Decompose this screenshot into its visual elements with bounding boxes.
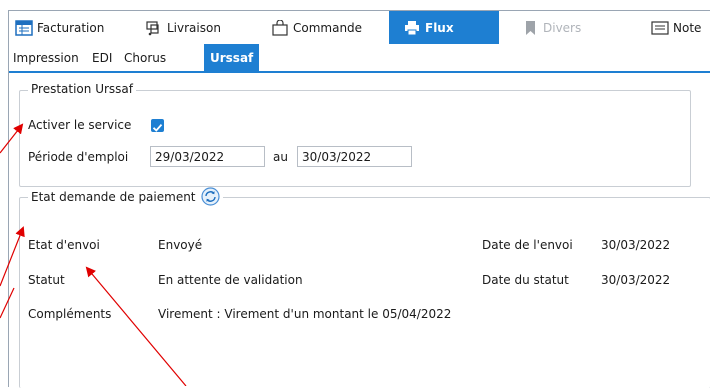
tab-flux[interactable]: Flux [389,11,499,44]
complements-label: Compléments [28,307,112,321]
sub-tab-bar: Impression EDI Chorus Urssaf [9,44,710,73]
au-label: au [273,150,288,164]
subtab-edi-label: EDI [92,50,113,65]
bookmark-icon [521,20,539,36]
subtab-impression-label: Impression [13,50,79,65]
etat-envoi-value: Envoyé [158,238,203,252]
checkmark-icon [152,124,163,132]
activer-service-checkbox[interactable] [151,119,164,132]
periode-date-from-field[interactable]: 29/03/2022 [150,146,265,167]
refresh-icon[interactable] [200,187,220,206]
date-statut-value: 30/03/2022 [601,273,671,287]
tab-livraison-label: Livraison [167,20,221,35]
activer-service-label: Activer le service [28,118,132,132]
tab-commande-label: Commande [293,20,363,35]
shopping-bag-icon [271,19,289,36]
subtab-chorus[interactable]: Chorus [124,44,166,71]
date-envoi-label: Date de l'envoi [482,238,573,252]
tab-divers[interactable]: Divers [521,11,611,44]
tab-commande[interactable]: Commande [271,11,381,44]
printer-icon [403,20,421,36]
date-statut-label: Date du statut [482,273,569,287]
etat-paiement-group: Etat demande de paiement Etat d'envoi En… [19,187,710,388]
tab-livraison[interactable]: Livraison [145,11,249,44]
prestation-urssaf-group: Prestation Urssaf Activer le service Pér… [19,82,691,187]
tab-facturation-label: Facturation [37,20,105,35]
complements-value: Virement : Virement d'un montant le 05/0… [158,307,452,321]
etat-paiement-title: Etat demande de paiement [31,189,196,204]
delivery-icon [145,20,163,36]
tab-divers-label: Divers [543,20,582,35]
tab-note-label: Note [673,20,702,35]
subtab-urssaf[interactable]: Urssaf [204,44,260,71]
subtab-urssaf-label: Urssaf [210,50,254,65]
statut-label: Statut [28,273,65,287]
statut-value: En attente de validation [158,273,303,287]
date-envoi-value: 30/03/2022 [601,238,671,252]
prestation-urssaf-title: Prestation Urssaf [28,82,136,96]
tab-facturation[interactable]: Facturation [13,11,127,44]
subtab-impression[interactable]: Impression [13,44,79,71]
order-window: Facturation Livraison Commande Flux Dive… [8,10,710,388]
tab-flux-label: Flux [425,20,454,35]
etat-paiement-title-wrap: Etat demande de paiement [28,187,223,206]
invoice-icon [15,19,33,36]
periode-emploi-label: Période d'emploi [28,150,129,164]
subtab-edi[interactable]: EDI [92,44,112,71]
main-tab-bar: Facturation Livraison Commande Flux Dive… [9,11,710,44]
note-icon [651,20,669,36]
tab-note[interactable]: Note [651,11,710,44]
etat-envoi-label: Etat d'envoi [28,238,100,252]
periode-date-to-field[interactable]: 30/03/2022 [297,146,412,167]
subtab-chorus-label: Chorus [124,50,167,65]
